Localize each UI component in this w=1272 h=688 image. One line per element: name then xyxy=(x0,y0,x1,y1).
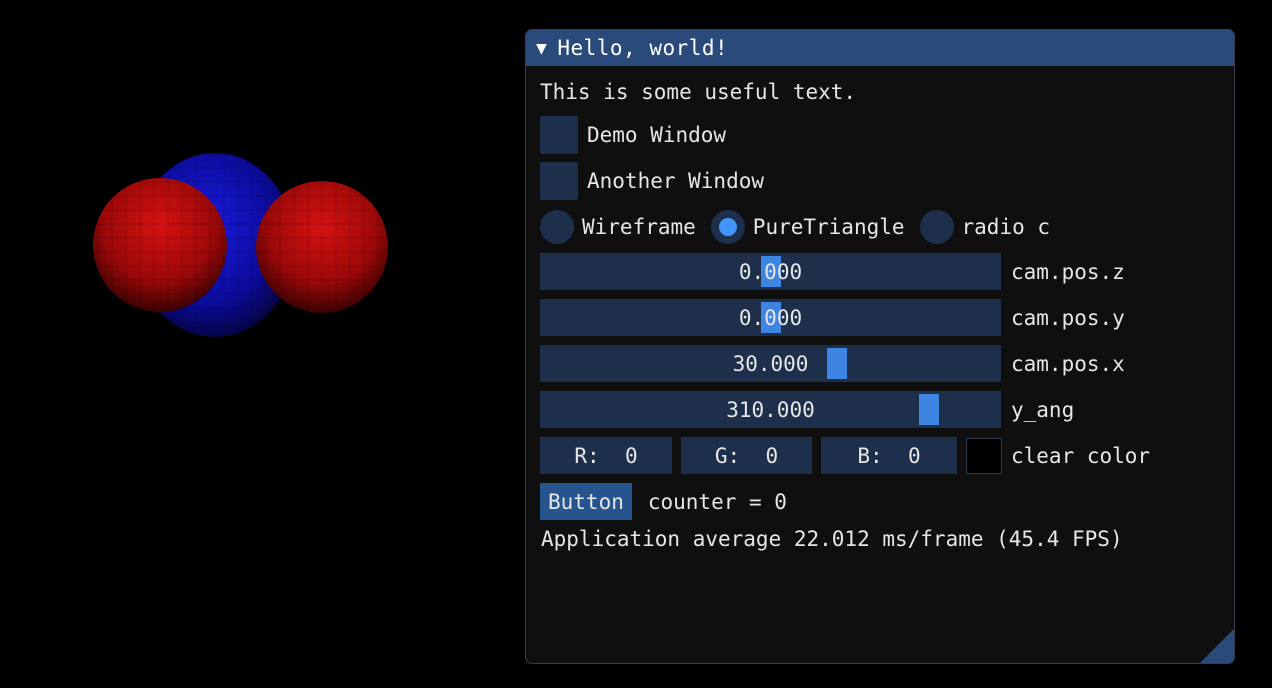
slider-value: 0.000 xyxy=(738,259,803,284)
slider-label: cam.pos.y xyxy=(1011,305,1125,330)
checkbox-box[interactable] xyxy=(540,162,578,200)
blue-channel-input[interactable]: B: 0 xyxy=(821,437,957,474)
demo-window-checkbox[interactable]: Demo Window xyxy=(540,116,726,154)
clear-color-row: R: 0 G: 0 B: 0 clear color xyxy=(540,437,1150,474)
slider-value: 0.000 xyxy=(738,305,803,330)
resize-grip-icon[interactable] xyxy=(1200,629,1234,663)
radio-c[interactable] xyxy=(919,210,954,244)
cam-pos-z-slider[interactable]: 0.000 xyxy=(540,253,1001,290)
fps-text: Application average 22.012 ms/frame (45.… xyxy=(541,527,1123,551)
radio-label: radio c xyxy=(961,215,1051,239)
checkbox-label: Another Window xyxy=(587,169,765,193)
another-window-checkbox[interactable]: Another Window xyxy=(540,162,764,200)
slider-row: 30.000 cam.pos.x xyxy=(540,345,1125,382)
color-swatch[interactable] xyxy=(966,437,1002,474)
slider-value: 30.000 xyxy=(732,351,809,376)
window-titlebar[interactable]: ▼ Hello, world! xyxy=(526,30,1234,66)
radio-wireframe[interactable] xyxy=(540,210,574,244)
counter-text: counter = 0 xyxy=(647,489,787,514)
slider-value: 310.000 xyxy=(726,397,815,422)
red-sphere-left xyxy=(93,178,227,312)
cam-pos-x-slider[interactable]: 30.000 xyxy=(540,345,1001,382)
cam-pos-y-slider[interactable]: 0.000 xyxy=(540,299,1001,336)
checkbox-box[interactable] xyxy=(540,116,578,154)
checkbox-label: Demo Window xyxy=(587,123,727,147)
hello-world-window[interactable]: ▼ Hello, world! This is some useful text… xyxy=(525,29,1235,664)
radio-puretriangle[interactable] xyxy=(710,210,745,244)
slider-row: 0.000 cam.pos.z xyxy=(540,253,1125,290)
counter-button[interactable]: Button xyxy=(540,483,632,520)
slider-label: y_ang xyxy=(1011,397,1075,422)
clear-color-label: clear color xyxy=(1011,443,1151,468)
slider-label: cam.pos.x xyxy=(1011,351,1125,376)
slider-row: 0.000 cam.pos.y xyxy=(540,299,1125,336)
y-ang-slider[interactable]: 310.000 xyxy=(540,391,1001,428)
window-title: Hello, world! xyxy=(557,36,729,60)
3d-viewport xyxy=(93,153,388,337)
slider-label: cam.pos.z xyxy=(1011,259,1125,284)
fps-row: Application average 22.012 ms/frame (45.… xyxy=(541,527,1123,551)
radio-label: PureTriangle xyxy=(752,215,905,239)
green-channel-input[interactable]: G: 0 xyxy=(681,437,812,474)
button-row: Button counter = 0 xyxy=(540,483,787,520)
collapse-triangle-icon[interactable]: ▼ xyxy=(536,38,547,59)
radio-group: Wireframe PureTriangle radio c xyxy=(540,210,1065,244)
red-channel-input[interactable]: R: 0 xyxy=(540,437,672,474)
slider-row: 310.000 y_ang xyxy=(540,391,1074,428)
useful-text-label: This is some useful text. xyxy=(540,80,857,104)
radio-label: Wireframe xyxy=(582,215,696,239)
useful-text: This is some useful text. xyxy=(540,80,856,104)
red-sphere-right xyxy=(256,181,388,313)
